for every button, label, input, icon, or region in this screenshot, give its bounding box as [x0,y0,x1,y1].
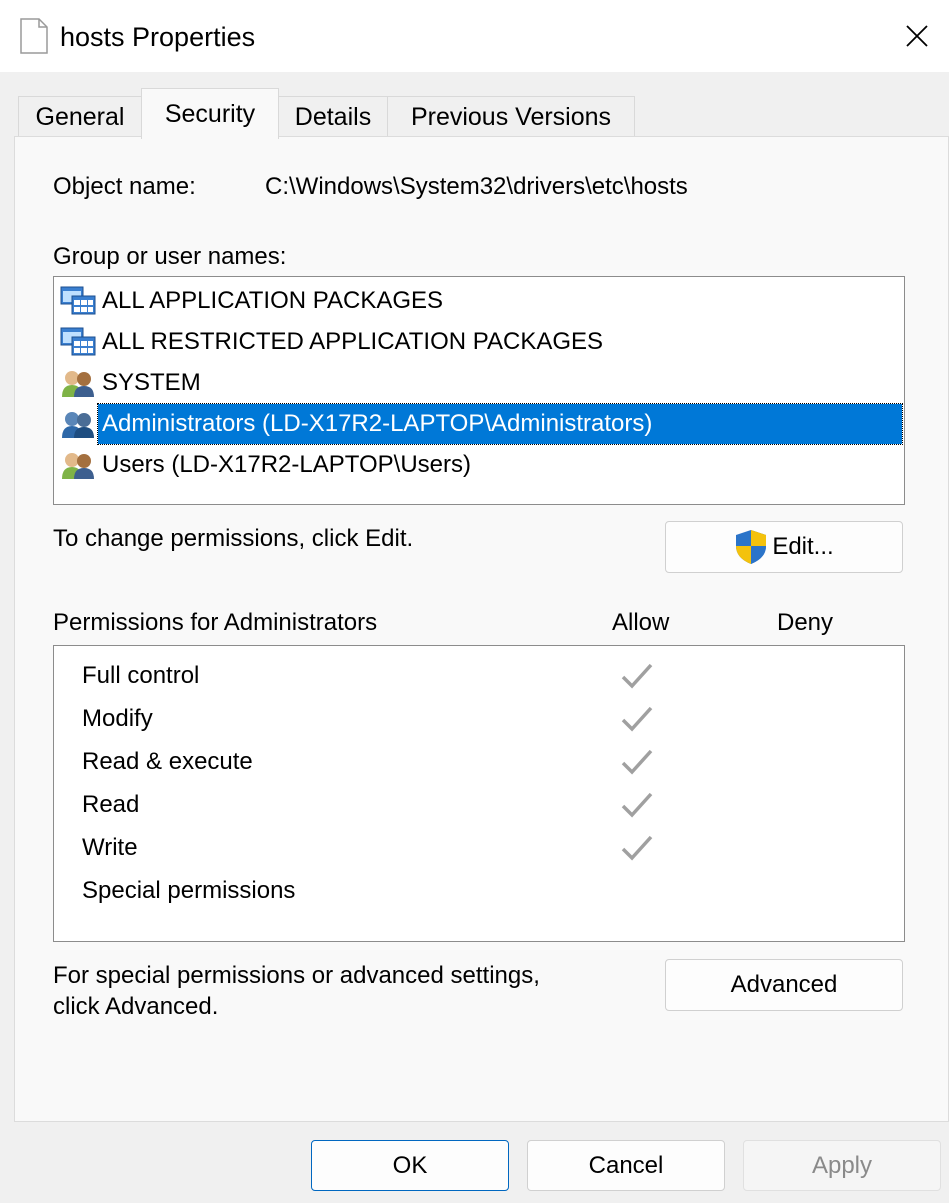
title-bar: hosts Properties [0,0,949,72]
file-icon [20,18,48,54]
list-item-administrators[interactable]: Administrators (LD-X17R2-LAPTOP\Administ… [60,403,903,445]
allow-check-icon [621,663,653,689]
tab-general[interactable]: General [18,96,142,138]
advanced-hint-line1: For special permissions or advanced sett… [53,962,540,989]
list-item-all-restricted-application-packages[interactable]: ALL RESTRICTED APPLICATION PACKAGES [60,322,902,362]
permission-row-full-control: Full control [54,654,904,697]
list-item-users[interactable]: Users (LD-X17R2-LAPTOP\Users) [60,445,902,485]
advanced-hint-line2: click Advanced. [53,993,219,1020]
app-packages-icon [60,285,98,317]
security-panel: Object name: C:\Windows\System32\drivers… [14,136,949,1122]
close-icon [906,25,928,47]
permission-row-modify: Modify [54,697,904,740]
group-list-label: Group or user names: [53,243,287,270]
permissions-for-label: Permissions for Administrators [53,609,378,636]
list-item-all-application-packages[interactable]: ALL APPLICATION PACKAGES [60,281,902,321]
allow-column-header: Allow [612,609,670,636]
edit-button[interactable]: Edit... [665,521,903,573]
change-permissions-hint: To change permissions, click Edit. [53,525,414,552]
window-title: hosts Properties [60,22,256,52]
tab-details[interactable]: Details [278,96,388,138]
permission-row-write: Write [54,826,904,869]
list-item-system[interactable]: SYSTEM [60,363,902,403]
allow-check-icon [621,792,653,818]
allow-check-icon [621,835,653,861]
allow-check-icon [621,749,653,775]
cancel-button[interactable]: Cancel [527,1140,725,1191]
permission-row-read-execute: Read & execute [54,740,904,783]
apply-button[interactable]: Apply [743,1140,941,1191]
advanced-button[interactable]: Advanced [665,959,903,1011]
deny-column-header: Deny [777,609,834,636]
permission-row-read: Read [54,783,904,826]
users-group-icon [60,367,98,399]
permissions-list: Full control Modify Read & execute Read … [53,645,905,942]
users-group-icon [60,449,98,481]
object-name-value: C:\Windows\System32\drivers\etc\hosts [265,173,688,200]
app-packages-icon [60,326,98,358]
admin-group-icon [60,408,98,440]
group-user-list[interactable]: ALL APPLICATION PACKAGES ALL RESTRICTED … [53,276,905,505]
object-name-label: Object name: [53,173,196,200]
close-button[interactable] [885,0,949,72]
ok-button[interactable]: OK [311,1140,509,1191]
uac-shield-icon [736,530,767,564]
tab-security[interactable]: Security [141,88,279,139]
tab-previous-versions[interactable]: Previous Versions [387,96,635,138]
allow-check-icon [621,706,653,732]
permission-row-special-permissions: Special permissions [82,877,296,904]
